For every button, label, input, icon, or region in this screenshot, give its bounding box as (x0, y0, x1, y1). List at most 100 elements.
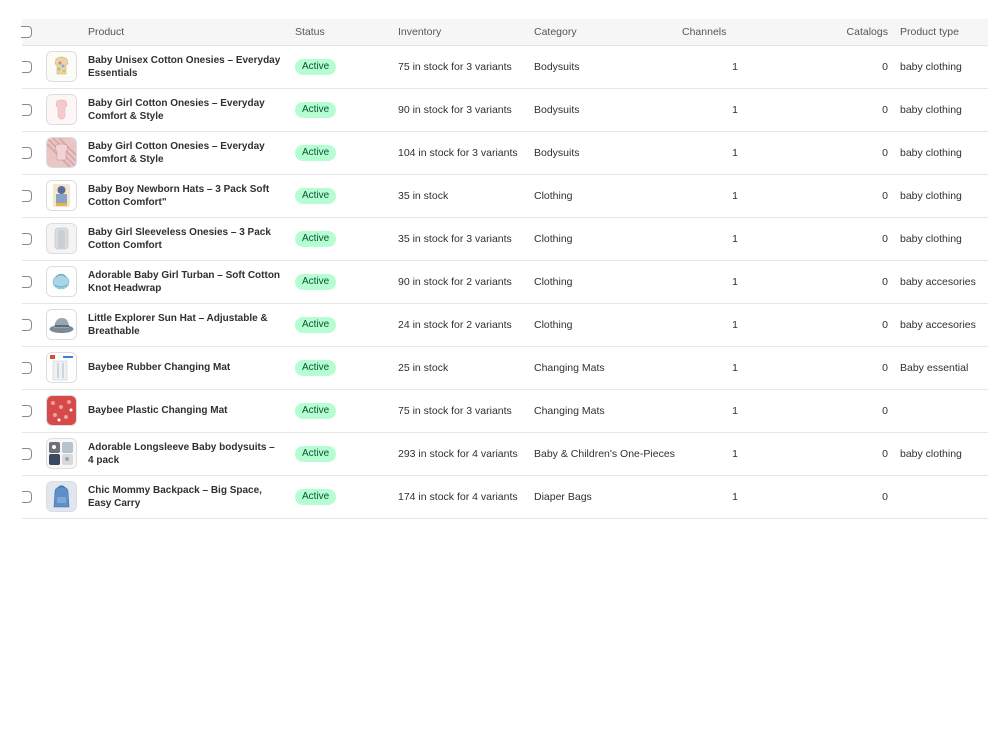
product-type-cell (894, 475, 988, 518)
product-name-link[interactable]: Baby Girl Cotton Onesies – Everyday Comf… (88, 97, 283, 123)
product-cell[interactable]: Chic Mommy Backpack – Big Space, Easy Ca… (82, 475, 289, 518)
column-header-category[interactable]: Category (528, 19, 676, 46)
inventory-cell: 25 in stock (398, 361, 449, 374)
row-select-cell[interactable] (22, 88, 40, 131)
status-badge: Active (295, 402, 337, 419)
row-checkbox[interactable] (22, 275, 32, 288)
row-select-cell[interactable] (22, 346, 40, 389)
product-thumbnail-plastic-mat[interactable] (46, 395, 77, 426)
row-select-cell[interactable] (22, 303, 40, 346)
product-cell[interactable]: Baby Girl Cotton Onesies – Everyday Comf… (82, 131, 289, 174)
thumbnail-cell (40, 389, 82, 432)
product-thumbnail-sun-hat[interactable] (46, 309, 77, 340)
row-select-cell[interactable] (22, 217, 40, 260)
row-select-cell[interactable] (22, 475, 40, 518)
inventory-cell: 24 in stock for 2 variants (398, 318, 512, 331)
row-checkbox[interactable] (22, 447, 32, 460)
table-row-2[interactable]: Baby Girl Cotton Onesies – Everyday Comf… (22, 88, 988, 131)
row-select-cell[interactable] (22, 432, 40, 475)
select-all-cell[interactable] (21, 19, 40, 46)
product-type-cell: baby accesories (900, 318, 976, 331)
product-thumbnail-turban[interactable] (46, 266, 77, 297)
product-thumbnail-onesie-pink-stack[interactable] (46, 137, 77, 168)
select-all-checkbox[interactable] (21, 25, 32, 38)
table-row-1[interactable]: Baby Unisex Cotton Onesies – Everyday Es… (22, 45, 988, 88)
row-checkbox[interactable] (22, 404, 32, 417)
table-row-3[interactable]: Baby Girl Cotton Onesies – Everyday Comf… (22, 131, 988, 174)
product-thumbnail-rubber-mat[interactable] (46, 352, 77, 383)
row-checkbox[interactable] (22, 103, 32, 116)
channels-cell: 1 (732, 189, 738, 202)
row-checkbox[interactable] (22, 361, 32, 374)
status-cell: Active (289, 303, 392, 346)
product-cell[interactable]: Baby Girl Sleeveless Onesies – 3 Pack Co… (82, 217, 289, 260)
product-thumbnail-sleeveless-pack[interactable] (46, 223, 77, 254)
status-badge: Active (295, 230, 337, 247)
row-select-cell[interactable] (22, 389, 40, 432)
table-row-5[interactable]: Baby Girl Sleeveless Onesies – 3 Pack Co… (22, 217, 988, 260)
product-name-link[interactable]: Adorable Longsleeve Baby bodysuits – 4 p… (88, 441, 283, 467)
product-cell[interactable]: Baby Unisex Cotton Onesies – Everyday Es… (82, 45, 289, 88)
product-name-link[interactable]: Adorable Baby Girl Turban – Soft Cotton … (88, 269, 283, 295)
row-checkbox[interactable] (22, 490, 32, 503)
row-checkbox[interactable] (22, 232, 32, 245)
column-header-channels[interactable]: Channels (676, 19, 774, 46)
product-name-link[interactable]: Baby Boy Newborn Hats – 3 Pack Soft Cott… (88, 183, 283, 209)
row-select-cell[interactable] (22, 174, 40, 217)
category-cell: Bodysuits (534, 60, 580, 73)
product-cell[interactable]: Baybee Plastic Changing Mat (82, 389, 289, 432)
row-select-cell[interactable] (22, 131, 40, 174)
product-cell[interactable]: Little Explorer Sun Hat – Adjustable & B… (82, 303, 289, 346)
products-table: Product Status Inventory Category Channe… (21, 19, 988, 519)
product-name-link[interactable]: Baby Girl Cotton Onesies – Everyday Comf… (88, 140, 283, 166)
product-type-cell: baby accesories (900, 275, 976, 288)
product-cell[interactable]: Baby Girl Cotton Onesies – Everyday Comf… (82, 88, 289, 131)
product-name-link[interactable]: Baybee Rubber Changing Mat (88, 361, 283, 374)
row-select-cell[interactable] (22, 260, 40, 303)
product-cell[interactable]: Adorable Baby Girl Turban – Soft Cotton … (82, 260, 289, 303)
thumb-header (40, 19, 82, 46)
product-thumbnail-longsleeve-pack[interactable] (46, 438, 77, 469)
product-cell[interactable]: Adorable Longsleeve Baby bodysuits – 4 p… (82, 432, 289, 475)
product-thumbnail-onesie-multicolor[interactable] (46, 51, 77, 82)
catalogs-cell: 0 (882, 103, 888, 116)
table-row-6[interactable]: Adorable Baby Girl Turban – Soft Cotton … (22, 260, 988, 303)
product-name-link[interactable]: Baby Girl Sleeveless Onesies – 3 Pack Co… (88, 226, 283, 252)
table-row-4[interactable]: Baby Boy Newborn Hats – 3 Pack Soft Cott… (22, 174, 988, 217)
product-thumbnail-hats-pack[interactable] (46, 180, 77, 211)
product-name-link[interactable]: Chic Mommy Backpack – Big Space, Easy Ca… (88, 484, 283, 510)
column-header-product[interactable]: Product (82, 19, 289, 46)
product-name-link[interactable]: Baby Unisex Cotton Onesies – Everyday Es… (88, 54, 283, 80)
column-header-inventory[interactable]: Inventory (392, 19, 528, 46)
product-thumbnail-backpack[interactable] (46, 481, 77, 512)
status-cell: Active (289, 260, 392, 303)
product-cell[interactable]: Baby Boy Newborn Hats – 3 Pack Soft Cott… (82, 174, 289, 217)
row-checkbox[interactable] (22, 60, 32, 73)
table-row-11[interactable]: Chic Mommy Backpack – Big Space, Easy Ca… (22, 475, 988, 518)
table-row-10[interactable]: Adorable Longsleeve Baby bodysuits – 4 p… (22, 432, 988, 475)
thumbnail-cell (40, 475, 82, 518)
column-header-status[interactable]: Status (289, 19, 392, 46)
table-row-8[interactable]: Baybee Rubber Changing Mat Active 25 in … (22, 346, 988, 389)
status-cell: Active (289, 88, 392, 131)
category-cell: Clothing (534, 232, 573, 245)
product-cell[interactable]: Baybee Rubber Changing Mat (82, 346, 289, 389)
product-name-link[interactable]: Little Explorer Sun Hat – Adjustable & B… (88, 312, 283, 338)
status-cell: Active (289, 174, 392, 217)
row-checkbox[interactable] (22, 189, 32, 202)
channels-cell: 1 (732, 318, 738, 331)
product-thumbnail-onesie-pink[interactable] (46, 94, 77, 125)
status-badge: Active (295, 144, 337, 161)
products-page: Product Status Inventory Category Channe… (0, 0, 1000, 750)
row-select-cell[interactable] (22, 45, 40, 88)
product-type-cell (894, 389, 988, 432)
table-row-7[interactable]: Little Explorer Sun Hat – Adjustable & B… (22, 303, 988, 346)
product-name-link[interactable]: Baybee Plastic Changing Mat (88, 404, 283, 417)
column-header-product-type[interactable]: Product type (894, 19, 988, 46)
inventory-cell: 104 in stock for 3 variants (398, 146, 518, 159)
column-header-catalogs[interactable]: Catalogs (774, 19, 894, 46)
table-row-9[interactable]: Baybee Plastic Changing Mat Active 75 in… (22, 389, 988, 432)
row-checkbox[interactable] (22, 146, 32, 159)
row-checkbox[interactable] (22, 318, 32, 331)
thumbnail-cell (40, 432, 82, 475)
